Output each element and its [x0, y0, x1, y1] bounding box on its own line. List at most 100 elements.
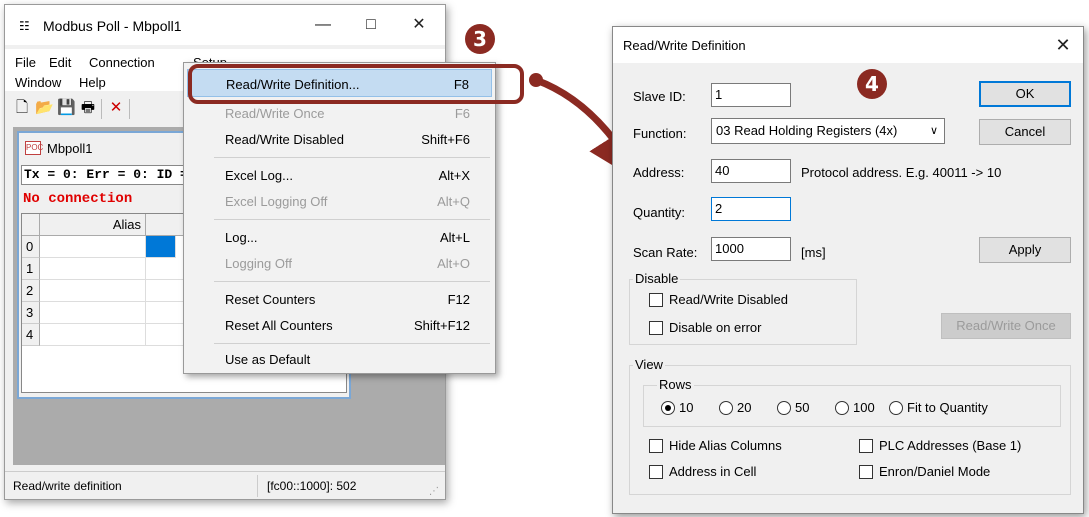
read-write-definition-dialog: Read/Write Definition ✕ 4 Slave ID: 1 Fu…: [612, 26, 1084, 514]
slave-id-input[interactable]: 1: [711, 83, 791, 107]
menu-file[interactable]: File: [15, 55, 36, 70]
status-separator: [257, 475, 258, 497]
menu-item-use-as-default[interactable]: Use as Default: [187, 345, 492, 373]
rows-100-radio[interactable]: [835, 401, 849, 415]
alias-cell[interactable]: [40, 302, 146, 324]
menu-help[interactable]: Help: [79, 75, 106, 90]
menu-edit[interactable]: Edit: [49, 55, 71, 70]
alias-cell[interactable]: [40, 236, 146, 258]
open-folder-icon[interactable]: 📂: [35, 99, 54, 117]
rows-10-label: 10: [679, 400, 694, 415]
rows-group-label: Rows: [657, 377, 694, 392]
disable-group-label: Disable: [633, 271, 681, 286]
scan-rate-input[interactable]: 1000: [711, 237, 791, 261]
rows-20-radio[interactable]: [719, 401, 733, 415]
menu-item-read-write-disabled[interactable]: Read/Write Disabled Shift+F6: [187, 125, 492, 153]
menu-item-reset-counters[interactable]: Reset Counters F12: [187, 285, 492, 313]
menu-item-label: Excel Log...: [225, 168, 293, 183]
rw-disabled-label: Read/Write Disabled: [669, 292, 788, 307]
title-bar[interactable]: ☷ Modbus Poll - Mbpoll1 — □ ✕: [5, 5, 445, 45]
row-number: 3: [22, 302, 40, 324]
hide-alias-checkbox[interactable]: [649, 439, 663, 453]
view-group-label: View: [633, 357, 665, 372]
menu-item-shortcut: Alt+X: [438, 168, 470, 183]
read-write-once-button[interactable]: Read/Write Once: [941, 313, 1071, 339]
child-window-title: Mbpoll1: [47, 141, 93, 156]
address-in-cell-label: Address in Cell: [669, 464, 757, 479]
scan-rate-unit: [ms]: [801, 245, 826, 260]
menu-item-excel-logging-off[interactable]: Excel Logging Off Alt+Q: [187, 187, 492, 215]
quantity-label: Quantity:: [633, 205, 686, 220]
slave-id-label: Slave ID:: [633, 89, 686, 104]
alias-cell[interactable]: [40, 324, 146, 346]
enron-daniel-checkbox[interactable]: [859, 465, 873, 479]
menu-item-label: Read/Write Disabled: [225, 132, 344, 147]
alias-cell[interactable]: [40, 258, 146, 280]
menu-item-excel-log[interactable]: Excel Log... Alt+X: [187, 161, 492, 189]
new-file-icon[interactable]: 🗋: [13, 99, 31, 117]
toolbar-separator: [129, 99, 130, 119]
window-title: Modbus Poll - Mbpoll1: [43, 18, 182, 34]
menu-item-shortcut: Alt+L: [440, 230, 470, 245]
document-icon: POC: [25, 141, 43, 155]
rows-fit-radio[interactable]: [889, 401, 903, 415]
menu-item-log[interactable]: Log... Alt+L: [187, 223, 492, 251]
address-label: Address:: [633, 165, 685, 180]
rows-50-radio[interactable]: [777, 401, 791, 415]
status-bar: Read/write definition [fc00::1000]: 502 …: [5, 471, 445, 499]
rows-groupbox: [643, 385, 1061, 427]
cancel-button[interactable]: Cancel: [979, 119, 1071, 145]
menu-item-label: Log...: [225, 230, 258, 245]
highlight-annotation-frame: [188, 64, 524, 104]
toolbar-separator: [101, 99, 102, 119]
column-header-alias[interactable]: Alias: [40, 214, 146, 236]
quantity-input[interactable]: 2: [711, 197, 791, 221]
menu-item-logging-off[interactable]: Logging Off Alt+O: [187, 249, 492, 277]
address-hint: Protocol address. E.g. 40011 -> 10: [801, 165, 1002, 180]
enron-daniel-label: Enron/Daniel Mode: [879, 464, 991, 479]
menu-separator: [214, 157, 490, 158]
step-3-badge: 3: [465, 24, 495, 54]
dialog-title-bar[interactable]: Read/Write Definition ✕: [613, 27, 1083, 63]
modbus-app-icon: ☷: [19, 19, 30, 33]
dialog-close-icon[interactable]: ✕: [1051, 33, 1075, 57]
rows-50-label: 50: [795, 400, 810, 415]
rows-10-radio[interactable]: [661, 401, 675, 415]
rw-disabled-checkbox[interactable]: [649, 293, 663, 307]
maximize-icon[interactable]: □: [359, 13, 383, 37]
menu-item-shortcut: Shift+F6: [421, 132, 470, 147]
rows-20-label: 20: [737, 400, 752, 415]
rows-fit-label: Fit to Quantity: [907, 400, 988, 415]
function-select[interactable]: 03 Read Holding Registers (4x) ∨: [711, 118, 945, 144]
apply-button[interactable]: Apply: [979, 237, 1071, 263]
menu-item-shortcut: F6: [454, 106, 470, 121]
selected-value-cell[interactable]: [146, 236, 176, 258]
menu-window[interactable]: Window: [15, 75, 61, 90]
close-icon[interactable]: ✕: [407, 13, 431, 37]
menu-item-label: Reset All Counters: [225, 318, 333, 333]
address-in-cell-checkbox[interactable]: [649, 465, 663, 479]
disable-on-error-checkbox[interactable]: [649, 321, 663, 335]
function-label: Function:: [633, 126, 687, 141]
menu-item-label: Excel Logging Off: [225, 194, 328, 209]
delete-icon[interactable]: ✕: [107, 99, 125, 117]
disable-on-error-label: Disable on error: [669, 320, 762, 335]
function-selected-value: 03 Read Holding Registers (4x): [716, 123, 898, 138]
plc-addresses-label: PLC Addresses (Base 1): [879, 438, 1022, 453]
grid-corner: [22, 214, 40, 236]
row-number: 4: [22, 324, 40, 346]
setup-dropdown-menu: Read/Write Definition... F8 Read/Write O…: [183, 62, 496, 374]
ok-button[interactable]: OK: [979, 81, 1071, 107]
menu-item-label: Read/Write Once: [225, 106, 325, 121]
resize-grip-icon[interactable]: ⋰: [429, 486, 439, 497]
menu-item-label: Use as Default: [225, 352, 311, 367]
menu-connection[interactable]: Connection: [89, 55, 155, 70]
address-input[interactable]: 40: [711, 159, 791, 183]
print-icon[interactable]: 🖶: [79, 99, 97, 117]
minimize-icon[interactable]: —: [311, 13, 335, 37]
save-icon[interactable]: 💾: [57, 99, 76, 117]
menu-item-reset-all-counters[interactable]: Reset All Counters Shift+F12: [187, 311, 492, 339]
connection-status: No connection: [23, 191, 133, 207]
plc-addresses-checkbox[interactable]: [859, 439, 873, 453]
alias-cell[interactable]: [40, 280, 146, 302]
